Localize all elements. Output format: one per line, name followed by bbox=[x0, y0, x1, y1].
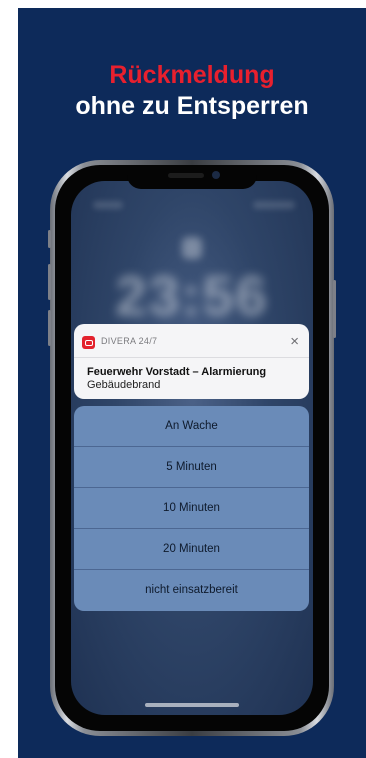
action-an-wache-button[interactable]: An Wache bbox=[74, 406, 309, 447]
headline-line-2: ohne zu Entsperren bbox=[75, 92, 309, 120]
speaker-grille bbox=[168, 173, 204, 178]
notification-body: Gebäudebrand bbox=[87, 379, 161, 391]
home-indicator[interactable] bbox=[145, 703, 239, 707]
volume-up-button bbox=[48, 264, 51, 300]
lock-icon bbox=[182, 237, 202, 259]
volume-down-button bbox=[48, 310, 51, 346]
silent-switch bbox=[48, 230, 51, 248]
close-icon[interactable]: × bbox=[290, 333, 299, 351]
action-nicht-einsatzbereit-button[interactable]: nicht einsatzbereit bbox=[74, 570, 309, 611]
power-button bbox=[333, 280, 336, 338]
notification-title: Feuerwehr Vorstadt – Alarmierung bbox=[87, 366, 267, 378]
notification-app-name: DIVERA 24/7 bbox=[101, 336, 158, 346]
headline-line-1: Rückmeldung bbox=[109, 61, 275, 89]
front-camera bbox=[212, 171, 220, 179]
action-5-minuten-button[interactable]: 5 Minuten bbox=[74, 447, 309, 488]
status-bar-right bbox=[253, 201, 295, 209]
headline: Rückmeldung ohne zu Entsperren bbox=[18, 60, 366, 122]
status-bar-left bbox=[93, 201, 123, 209]
notification-divider bbox=[74, 357, 309, 358]
action-20-minuten-button[interactable]: 20 Minuten bbox=[74, 529, 309, 570]
notification-card[interactable]: DIVERA 24/7 × Feuerwehr Vorstadt – Alarm… bbox=[74, 324, 309, 399]
notification-header: DIVERA 24/7 × bbox=[82, 333, 301, 351]
lock-screen-time: 23:56 bbox=[115, 264, 269, 327]
divera-app-icon bbox=[82, 336, 95, 349]
action-10-minuten-button[interactable]: 10 Minuten bbox=[74, 488, 309, 529]
notch bbox=[127, 165, 257, 189]
notification-actions: An Wache 5 Minuten 10 Minuten 20 Minuten… bbox=[74, 406, 309, 611]
